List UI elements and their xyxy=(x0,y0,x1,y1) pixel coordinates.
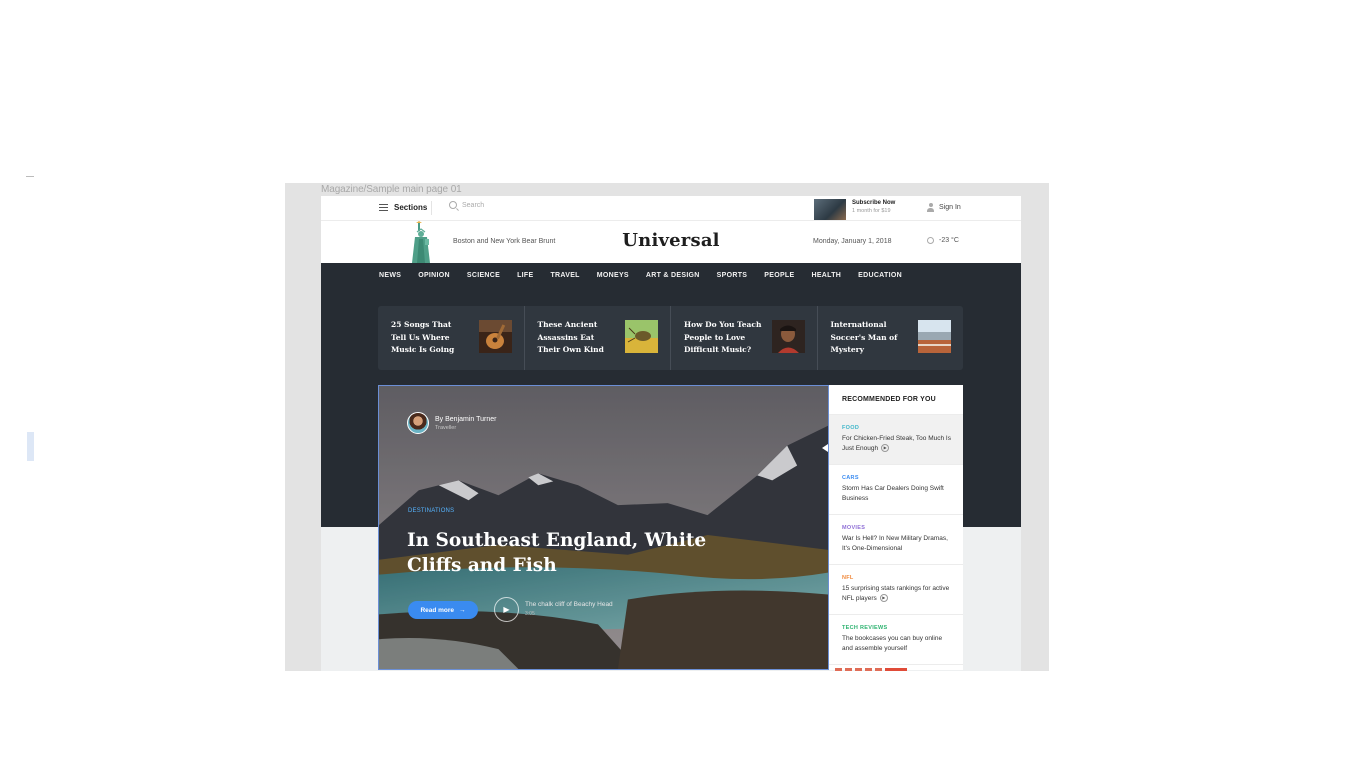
arrow-circle-icon[interactable]: ▶ xyxy=(879,594,888,603)
arrow-right-icon: → xyxy=(459,606,466,614)
recommended-category: NFL xyxy=(842,575,854,581)
top-headline-link[interactable]: Boston and New York Bear Brunt xyxy=(453,238,555,245)
masthead: Boston and New York Bear Brunt Universal… xyxy=(321,221,1021,263)
trending-card[interactable]: These Ancient Assassins Eat Their Own Ki… xyxy=(523,306,671,370)
page-dot[interactable] xyxy=(865,668,872,671)
recommended-heading: RECOMMENDED FOR YOU xyxy=(829,385,963,415)
stadium-thumbnail xyxy=(918,320,951,353)
trending-title: 25 Songs That Tell Us Where Music Is Goi… xyxy=(391,320,455,354)
nav-item-science[interactable]: SCIENCE xyxy=(467,272,500,279)
search-input[interactable]: Search xyxy=(449,201,484,209)
trending-title: These Ancient Assassins Eat Their Own Ki… xyxy=(537,320,604,354)
recommended-category: FOOD xyxy=(842,425,860,431)
site-logo[interactable]: Universal xyxy=(571,230,771,251)
sign-in-label: Sign In xyxy=(939,204,961,211)
video-duration: 3:05 xyxy=(525,611,535,617)
nav-item-sports[interactable]: SPORTS xyxy=(717,272,748,279)
trending-title: International Soccer's Man of Mystery xyxy=(830,320,898,354)
page-dot[interactable] xyxy=(855,668,862,671)
recommended-title: The bookcases you can buy online and ass… xyxy=(842,635,943,652)
nav-item-travel[interactable]: TRAVEL xyxy=(550,272,579,279)
page-dot[interactable] xyxy=(845,668,852,671)
video-caption: The chalk cliff of Beachy Head xyxy=(525,601,613,608)
search-icon xyxy=(449,201,457,209)
stray-mark xyxy=(26,176,34,177)
search-placeholder: Search xyxy=(462,201,485,209)
weather-widget: -23 °C xyxy=(927,237,959,244)
subscribe-thumbnail[interactable] xyxy=(814,199,846,220)
nav-item-opinion[interactable]: OPINION xyxy=(418,272,450,279)
trending-title: How Do You Teach People to Love Difficul… xyxy=(684,320,762,354)
hero-article[interactable]: By Benjamin Turner Traveller DESTINATION… xyxy=(378,385,829,670)
statue-of-liberty-illustration xyxy=(412,221,430,263)
nav-item-news[interactable]: NEWS xyxy=(379,272,401,279)
nav-item-health[interactable]: HEALTH xyxy=(811,272,841,279)
page-dot-active[interactable] xyxy=(885,668,907,671)
recommended-item[interactable]: CARS Storm Has Car Dealers Doing Swift B… xyxy=(829,465,963,515)
recommended-title: Storm Has Car Dealers Doing Swift Busine… xyxy=(842,485,944,502)
arrow-circle-icon[interactable]: ▶ xyxy=(881,444,890,453)
screen: Magazine/Sample main page 01 Sections Se… xyxy=(0,0,1366,768)
selection-marker xyxy=(27,432,34,461)
recommended-category: CARS xyxy=(842,475,859,481)
recommended-category: TECH REVIEWS xyxy=(842,625,888,631)
recommended-item[interactable]: MOVIES War Is Hell? In New Military Dram… xyxy=(829,515,963,565)
magazine-page: Sections Search Subscribe Now 1 month fo… xyxy=(321,196,1021,671)
active-item-pointer xyxy=(822,444,828,452)
artboard-frame: Magazine/Sample main page 01 Sections Se… xyxy=(285,183,1049,671)
hamburger-icon xyxy=(379,204,388,211)
nav-item-art-design[interactable]: ART & DESIGN xyxy=(646,272,700,279)
nav-item-education[interactable]: EDUCATION xyxy=(858,272,902,279)
author-name: By Benjamin Turner xyxy=(435,415,497,423)
portrait-thumbnail xyxy=(771,320,805,353)
trending-card[interactable]: How Do You Teach People to Love Difficul… xyxy=(670,306,817,370)
trending-card[interactable]: 25 Songs That Tell Us Where Music Is Goi… xyxy=(378,306,524,370)
hero-title[interactable]: In Southeast England, White Cliffs and F… xyxy=(407,528,707,578)
current-date: Monday, January 1, 2018 xyxy=(813,238,892,245)
play-video-button[interactable]: ▶ xyxy=(494,597,519,622)
recommended-title: For Chicken-Fried Steak, Too Much Is Jus… xyxy=(842,435,951,453)
recommended-item[interactable]: TECH REVIEWS The bookcases you can buy o… xyxy=(829,615,963,665)
insect-thumbnail xyxy=(625,320,658,353)
temperature: -23 °C xyxy=(939,237,959,244)
read-more-button[interactable]: Read more → xyxy=(408,601,478,619)
page-dot[interactable] xyxy=(875,668,882,671)
sections-menu-button[interactable]: Sections xyxy=(379,203,427,212)
subscribe-title: Subscribe Now xyxy=(852,200,896,206)
subscribe-link[interactable]: Subscribe Now 1 month for $19 xyxy=(852,200,895,214)
author-byline[interactable]: By Benjamin Turner Traveller xyxy=(407,412,496,434)
divider xyxy=(431,201,432,215)
nav-item-people[interactable]: PEOPLE xyxy=(764,272,794,279)
recommended-item[interactable]: NFL 15 surprising stats rankings for act… xyxy=(829,565,963,615)
sign-in-button[interactable]: Sign In xyxy=(927,203,961,212)
subscribe-price: 1 month for $19 xyxy=(852,208,891,214)
guitar-thumbnail xyxy=(478,320,512,353)
recommended-title: 15 surprising stats rankings for active … xyxy=(842,585,950,603)
artboard-label[interactable]: Magazine/Sample main page 01 xyxy=(321,184,462,195)
main-nav: NEWS OPINION SCIENCE LIFE TRAVEL MONEYS … xyxy=(379,272,919,279)
trending-strip: 25 Songs That Tell Us Where Music Is Goi… xyxy=(378,306,963,370)
recommended-category: MOVIES xyxy=(842,525,866,531)
hero-category[interactable]: DESTINATIONS xyxy=(408,508,454,514)
user-icon xyxy=(927,203,934,212)
read-more-label: Read more xyxy=(420,606,455,614)
nav-item-life[interactable]: LIFE xyxy=(517,272,533,279)
trending-card[interactable]: International Soccer's Man of Mystery xyxy=(816,306,964,370)
weather-icon xyxy=(927,237,934,244)
author-role: Traveller xyxy=(435,424,457,431)
recommended-panel: RECOMMENDED FOR YOU FOOD For Chicken-Fri… xyxy=(829,385,963,670)
play-icon: ▶ xyxy=(503,605,510,614)
sections-label: Sections xyxy=(394,203,428,212)
pagination-dots xyxy=(835,668,907,671)
avatar xyxy=(407,412,429,434)
recommended-title: War Is Hell? In New Military Dramas, It'… xyxy=(842,535,948,552)
nav-item-moneys[interactable]: MONEYS xyxy=(597,272,629,279)
page-dot[interactable] xyxy=(835,668,842,671)
top-bar: Sections Search Subscribe Now 1 month fo… xyxy=(321,196,1021,221)
recommended-item[interactable]: FOOD For Chicken-Fried Steak, Too Much I… xyxy=(829,415,963,465)
